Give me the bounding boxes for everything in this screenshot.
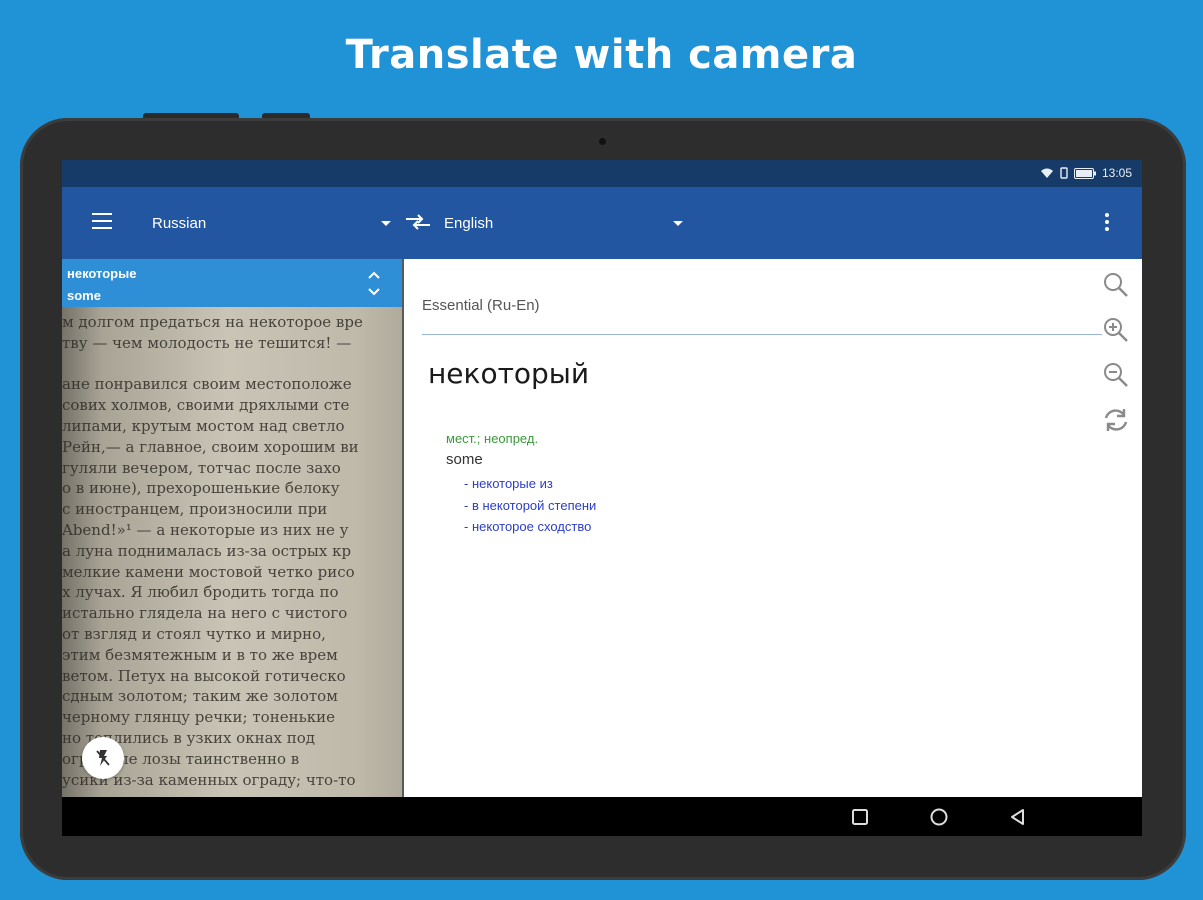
wifi-icon <box>1040 168 1053 178</box>
photo-text-line: мелкие камени мостовой четко рисо <box>62 562 355 581</box>
photo-text-line: м долгом предаться на некоторое вре <box>62 313 363 331</box>
flash-off-icon <box>96 750 110 766</box>
status-bar: 13:05 <box>62 160 1142 187</box>
battery-icon <box>1073 167 1096 179</box>
example-link[interactable]: некоторые из <box>464 473 596 495</box>
example-link[interactable]: некоторое сходство <box>464 516 596 538</box>
more-options-icon[interactable] <box>1105 213 1109 234</box>
zoom-in-icon[interactable] <box>1102 316 1130 344</box>
front-camera <box>599 138 606 145</box>
dictionary-panel: Essential (Ru-En) некоторый мест.; неопр… <box>402 259 1142 797</box>
photo-text-line: ветом. Петух на высокой готическо <box>62 666 346 685</box>
selected-word: некоторые <box>67 266 137 281</box>
photo-text-line: сдным золотом; таким же золотом <box>62 687 338 706</box>
status-time: 13:05 <box>1101 166 1132 180</box>
refresh-icon[interactable] <box>1102 406 1130 434</box>
recents-square-icon[interactable] <box>850 807 870 827</box>
photo-text-line: липами, крутым мостом над светло <box>62 417 345 435</box>
photo-text-line: Abend!»¹ — а некоторые из них не у <box>62 521 349 539</box>
swap-languages-icon[interactable] <box>404 213 432 231</box>
device-screen: 13:05 Russian English м долгом предаться… <box>62 160 1142 836</box>
chevron-down-icon[interactable] <box>367 286 381 298</box>
hamburger-menu-icon[interactable] <box>92 213 112 229</box>
divider <box>422 334 1102 335</box>
dictionary-name[interactable]: Essential (Ru-En) <box>422 297 540 314</box>
photo-text-line: с иностранцем, произносили при <box>62 500 328 519</box>
vibrate-icon <box>1060 167 1068 179</box>
selected-word-banner[interactable]: некоторые some <box>62 259 402 307</box>
navigation-bar <box>62 797 1142 836</box>
photo-text-line: сових холмов, своими дряхлыми сте <box>62 396 350 415</box>
photo-text-line: тву — чем молодость не тешится! — <box>62 333 352 352</box>
translation-text: some <box>446 451 483 468</box>
photo-text-line: гуляли вечером, тотчас после захо <box>62 458 341 477</box>
photo-text-line: х лучах. Я любил бродить тогда по <box>62 583 339 602</box>
photo-text-line: о в июне), прехорошенькие белоку <box>62 479 340 498</box>
flash-toggle-button[interactable] <box>82 737 124 779</box>
example-list: некоторые из в некоторой степени некотор… <box>464 473 596 538</box>
photo-text-line: истально глядела на него с чистого <box>62 604 348 623</box>
camera-preview[interactable]: м долгом предаться на некоторое вре тву —… <box>62 259 402 797</box>
zoom-out-icon[interactable] <box>1102 361 1130 389</box>
photo-text-line: Рейн,— а главное, своим хорошим ви <box>62 437 359 456</box>
chevron-up-icon[interactable] <box>367 269 381 281</box>
photo-text-line: ане понравился своим местоположе <box>62 375 352 394</box>
photo-text-line: черному глянцу речки; тоненькие <box>62 708 335 727</box>
book-page-photo: м долгом предаться на некоторое вре тву —… <box>62 299 402 797</box>
app-toolbar: Russian English <box>62 187 1142 259</box>
photo-text-line: этим безмятежным и в то же врем <box>62 645 338 664</box>
source-dropdown-arrow-icon[interactable] <box>381 221 391 226</box>
headword: некоторый <box>428 357 590 390</box>
selected-word-translation: some <box>67 288 101 303</box>
grammar-label: мест.; неопред. <box>446 431 539 446</box>
back-triangle-icon[interactable] <box>1008 807 1028 827</box>
photo-text-line: от взгляд и стоял чутко и мирно, <box>62 625 326 643</box>
target-language-select[interactable]: English <box>444 215 493 232</box>
promo-title: Translate with camera <box>345 32 858 78</box>
photo-text-line: а луна поднималась из-за острых кр <box>62 541 352 560</box>
example-link[interactable]: в некоторой степени <box>464 495 596 517</box>
search-icon[interactable] <box>1102 271 1130 299</box>
source-language-select[interactable]: Russian <box>152 215 206 232</box>
home-circle-icon[interactable] <box>929 807 949 827</box>
target-dropdown-arrow-icon[interactable] <box>673 221 683 226</box>
